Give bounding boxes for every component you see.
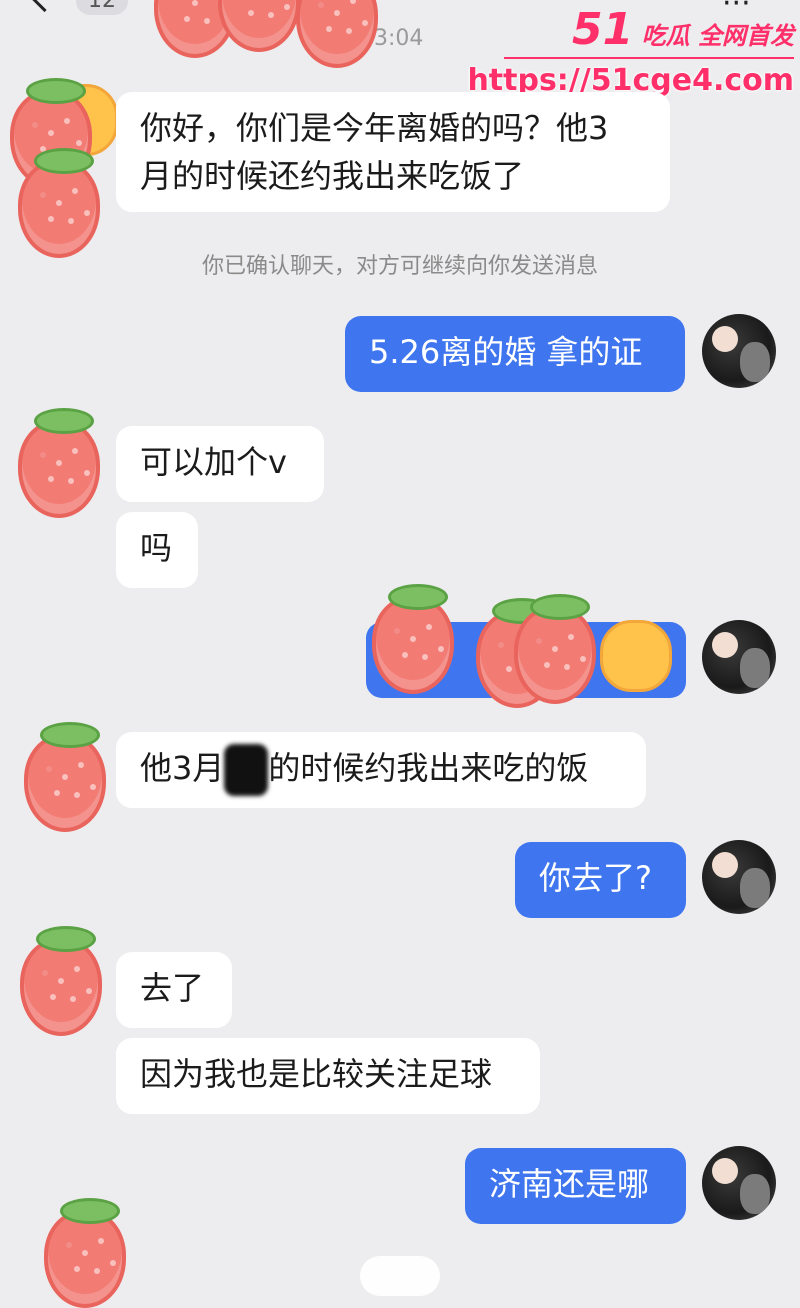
message-text: 你好，你们是今年离婚的吗？他3: [140, 109, 609, 147]
strawberry-sticker-icon: [20, 926, 102, 1036]
incoming-message[interactable]: 吗: [116, 512, 198, 588]
message-text: 月的时候还约我出来吃饭了: [140, 157, 525, 195]
user-avatar[interactable]: [702, 1146, 776, 1220]
message-text: 的时候约我出来吃的饭: [268, 749, 589, 787]
watermark-brand-number: 51: [572, 4, 634, 55]
back-arrow-icon[interactable]: [26, 0, 63, 13]
outgoing-message[interactable]: 5.26离的婚 拿的证: [345, 316, 685, 392]
user-avatar[interactable]: [702, 314, 776, 388]
strawberry-sticker-icon: [372, 584, 454, 694]
user-avatar[interactable]: [702, 620, 776, 694]
incoming-message[interactable]: 因为我也是比较关注足球: [116, 1038, 540, 1114]
watermark: 51 吃瓜 全网首发 https://51cge4.com: [467, 4, 794, 98]
system-notice: 你已确认聊天，对方可继续向你发送消息: [201, 254, 598, 279]
strawberry-sticker-icon: [514, 594, 596, 704]
partial-element: [360, 1256, 440, 1296]
strawberry-sticker-icon: [18, 148, 100, 258]
message-text: 他3月: [140, 749, 225, 787]
strawberry-sticker-icon: [18, 408, 100, 518]
flower-sticker-icon: [600, 620, 672, 692]
incoming-message[interactable]: 可以加个v: [116, 426, 324, 502]
strawberry-sticker-icon: [296, 0, 378, 68]
watermark-brand-text: 吃瓜 全网首发: [641, 22, 794, 50]
redaction-mark: [224, 744, 269, 796]
strawberry-sticker-icon: [44, 1198, 126, 1308]
incoming-message[interactable]: 你好，你们是今年离婚的吗？他3 月的时候还约我出来吃饭了: [116, 92, 670, 212]
outgoing-message[interactable]: 济南还是哪: [465, 1148, 686, 1224]
watermark-brand: 51 吃瓜 全网首发: [467, 4, 794, 55]
strawberry-sticker-icon: [24, 722, 106, 832]
incoming-message[interactable]: 他3月 的时候约我出来吃的饭: [116, 732, 646, 808]
incoming-message[interactable]: 去了: [116, 952, 232, 1028]
unread-badge: 12: [76, 0, 128, 15]
watermark-divider: [504, 57, 794, 59]
outgoing-message[interactable]: 你去了?: [515, 842, 686, 918]
user-avatar[interactable]: [702, 840, 776, 914]
